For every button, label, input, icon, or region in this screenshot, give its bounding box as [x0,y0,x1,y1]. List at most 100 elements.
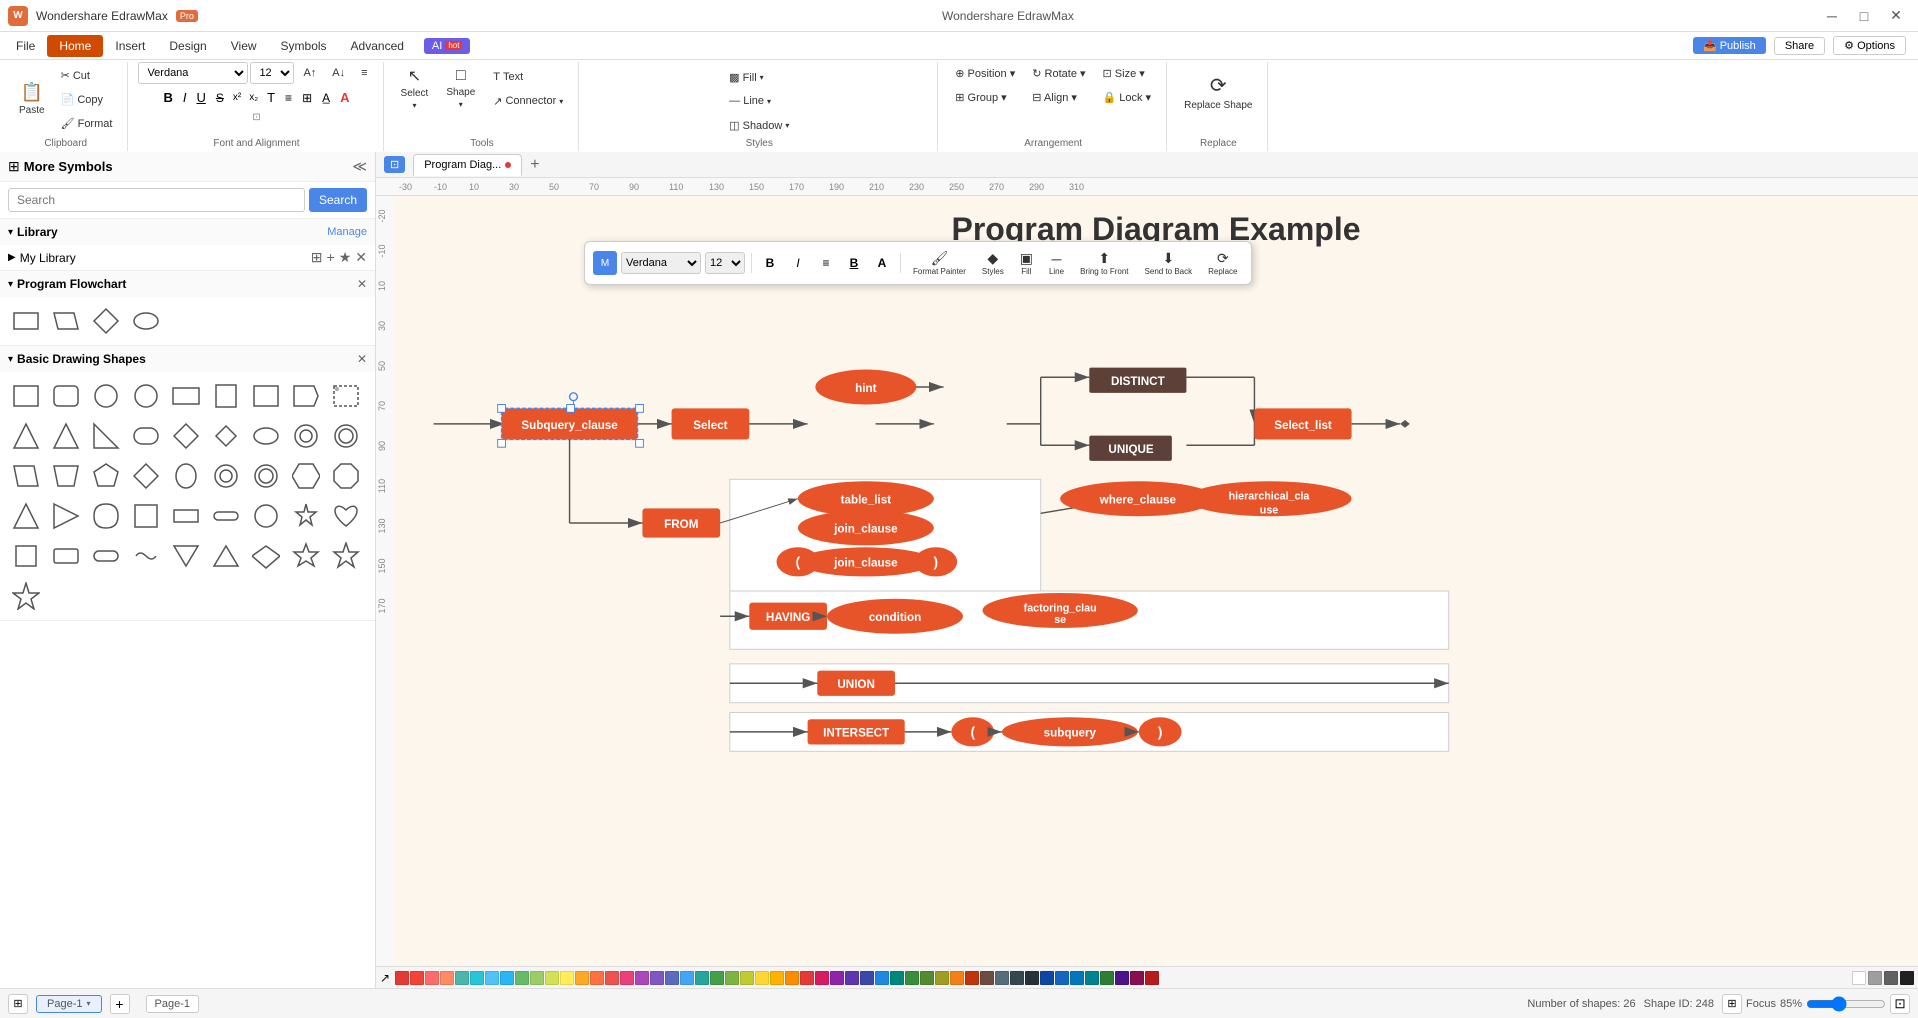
size-select[interactable]: 12 [250,62,294,84]
font-size-decrease[interactable]: A↓ [325,62,352,84]
color-dark-blue[interactable] [1025,971,1039,985]
color-orange[interactable] [440,971,454,985]
basic-wide-rect[interactable] [168,378,204,414]
color-pink[interactable] [620,971,634,985]
color-dark-blue2[interactable] [1040,971,1054,985]
text-tool-button[interactable]: T Text [486,66,570,88]
new-lib-button[interactable]: ⊞ [311,249,323,266]
replace-shape-button[interactable]: ⟳ Replace Shape [1177,62,1259,122]
color-red4[interactable] [605,971,619,985]
basic-wavy[interactable] [128,538,164,574]
basic-round-rect[interactable] [48,378,84,414]
color-red[interactable] [395,971,409,985]
color-med-blue[interactable] [1055,971,1069,985]
font-color-btn[interactable]: A [336,88,353,107]
line-button[interactable]: ― Line ▾ [722,90,796,112]
menu-design[interactable]: Design [157,35,218,57]
basic-rect5[interactable] [8,538,44,574]
color-dark-green[interactable] [1100,971,1114,985]
color-white[interactable] [1852,971,1866,985]
basic-ellipse[interactable] [248,418,284,454]
color-teal2[interactable] [695,971,709,985]
options-button[interactable]: ⚙ Options [1833,36,1906,55]
align-btn[interactable]: ≡ [354,62,374,84]
flowchart-header[interactable]: ▾ Program Flowchart ✕ [0,271,375,297]
ft-send-back[interactable]: ⬇ Send to Back [1139,248,1199,278]
color-deep-orange[interactable] [590,971,604,985]
color-indigo[interactable] [650,971,664,985]
color-lightblue[interactable] [485,971,499,985]
basic-leaf[interactable] [88,498,124,534]
copy-button[interactable]: 📄 Copy [54,88,120,110]
basic-thin-rect[interactable] [208,378,244,414]
share-button[interactable]: Share [1774,37,1825,55]
library-header[interactable]: ▾ Library Manage [0,219,375,245]
basic-heart[interactable] [328,498,364,534]
search-button[interactable]: Search [309,188,367,212]
basic-ring3[interactable] [208,458,244,494]
page-layout-button[interactable]: ⊞ [8,994,28,1014]
menu-view[interactable]: View [219,35,269,57]
color-dark-grey2[interactable] [1884,971,1898,985]
color-green2[interactable] [710,971,724,985]
basic-round-rect2[interactable] [128,418,164,454]
fill-button[interactable]: ▩ Fill ▾ [722,66,796,88]
basic-dot-rect[interactable] [328,378,364,414]
zoom-slider[interactable] [1806,996,1886,1012]
menu-home[interactable]: Home [47,35,103,57]
cut-button[interactable]: ✂ Cut [54,64,120,86]
color-dark-pink[interactable] [1130,971,1144,985]
color-brown[interactable] [965,971,979,985]
bold-button[interactable]: B [159,88,176,107]
sidebar-collapse-btn[interactable]: ≪ [352,158,367,175]
color-orange3[interactable] [950,971,964,985]
color-dark-grey[interactable] [1010,971,1024,985]
menu-file[interactable]: File [4,35,47,57]
shape-button[interactable]: □ Shape ▾ [439,62,482,114]
color-cyan[interactable] [470,971,484,985]
color-dark-purple[interactable] [1115,971,1129,985]
basic-tri7[interactable] [248,538,284,574]
color-green[interactable] [515,971,529,985]
expand-font[interactable]: ⊡ [250,111,262,124]
group-button[interactable]: ⊞ Group ▾ [948,86,1022,108]
lock-button[interactable]: 🔒 Lock ▾ [1096,86,1159,108]
basic-ring2[interactable] [328,418,364,454]
color-yellow2[interactable] [755,971,769,985]
ft-replace[interactable]: ⟳ Replace [1202,248,1243,278]
basic-rect6[interactable] [48,538,84,574]
basic-notch-rect2[interactable] [288,378,324,414]
basic-triangle4[interactable] [48,498,84,534]
paste-button[interactable]: 📋 Paste [12,73,52,125]
ft-fill[interactable]: ▣ Fill [1014,248,1039,278]
color-purple2[interactable] [830,971,844,985]
format-button[interactable]: 🖌 Format [54,112,120,134]
basic-rect7[interactable] [88,538,124,574]
color-amber2[interactable] [770,971,784,985]
basic-star5[interactable] [288,538,324,574]
ft-bold-button[interactable]: B [758,251,782,275]
basic-star7[interactable] [8,578,44,614]
font-select[interactable]: Verdana [138,62,248,84]
color-picker-icon[interactable]: ↗ [380,971,390,985]
basic-circle2[interactable] [128,378,164,414]
manage-button[interactable]: Manage [327,226,367,238]
color-teal3[interactable] [890,971,904,985]
flow-rect[interactable] [8,303,44,339]
basic-pentagon[interactable] [88,458,124,494]
color-blue-indigo[interactable] [665,971,679,985]
close-lib-button[interactable]: ✕ [355,249,367,266]
superscript-button[interactable]: x² [230,90,244,105]
color-orange2[interactable] [785,971,799,985]
size-button[interactable]: ⊡ Size ▾ [1096,62,1159,84]
ft-styles[interactable]: ◆ Styles [976,248,1010,278]
add-page-button[interactable]: + [110,994,130,1014]
close-button[interactable]: ✕ [1882,5,1910,27]
basic-triangle3[interactable] [8,498,44,534]
basic-circle[interactable] [88,378,124,414]
list-btn[interactable]: ≡ [281,89,296,107]
color-red5[interactable] [800,971,814,985]
ai-button[interactable]: AI hot [424,38,471,54]
ft-align-button[interactable]: ≡ [814,251,838,275]
color-red2[interactable] [410,971,424,985]
